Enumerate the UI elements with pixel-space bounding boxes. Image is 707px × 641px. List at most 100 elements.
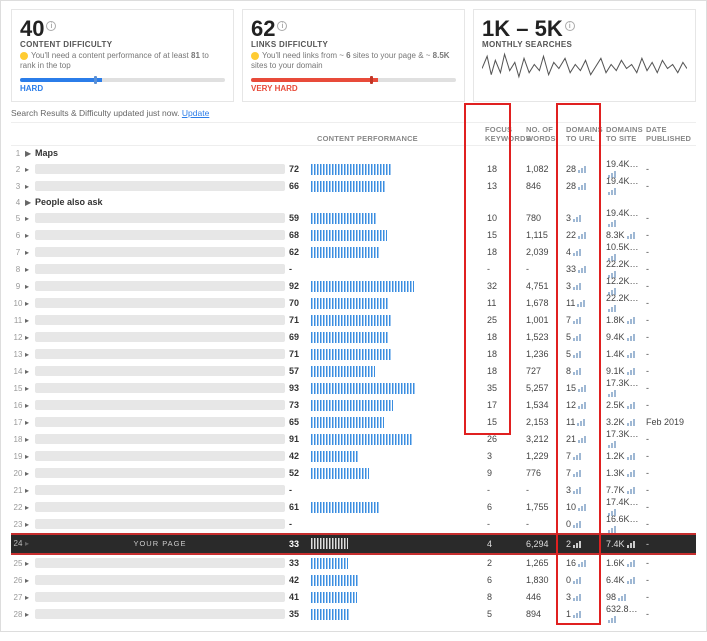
result-title-placeholder[interactable] xyxy=(35,558,285,568)
result-title-placeholder[interactable] xyxy=(35,181,285,191)
chevron-right-icon[interactable]: ▸ xyxy=(25,503,35,512)
bar-chart-icon[interactable] xyxy=(627,351,635,358)
result-title-placeholder[interactable] xyxy=(35,575,285,585)
col-content-performance[interactable]: CONTENT PERFORMANCE xyxy=(311,134,421,143)
chevron-right-icon[interactable]: ▸ xyxy=(25,559,35,568)
table-row[interactable]: 10▸70111,6781122.2K…- xyxy=(11,295,696,312)
bar-chart-icon[interactable] xyxy=(627,541,635,548)
table-row[interactable]: 18▸91263,2122117.3K…- xyxy=(11,431,696,448)
chevron-right-icon[interactable]: ▸ xyxy=(25,214,35,223)
chevron-right-icon[interactable]: ▶ xyxy=(25,149,35,158)
bar-chart-icon[interactable] xyxy=(627,334,635,341)
chevron-right-icon[interactable]: ▸ xyxy=(25,384,35,393)
table-row[interactable]: 5▸5910780319.4K…- xyxy=(11,210,696,227)
bar-chart-icon[interactable] xyxy=(573,594,581,601)
bar-chart-icon[interactable] xyxy=(627,232,635,239)
bar-chart-icon[interactable] xyxy=(573,453,581,460)
your-page-row[interactable]: 24▸YOUR PAGE3346,29427.4K- xyxy=(11,533,696,555)
table-row[interactable]: 27▸418446398- xyxy=(11,589,696,606)
table-row[interactable]: 13▸71181,23651.4K- xyxy=(11,346,696,363)
bar-chart-icon[interactable] xyxy=(573,521,581,528)
result-title-placeholder[interactable] xyxy=(35,298,285,308)
table-row[interactable]: 3▸66138462819.4K…- xyxy=(11,178,696,195)
bar-chart-icon[interactable] xyxy=(578,232,586,239)
result-title-placeholder[interactable] xyxy=(35,400,285,410)
bar-chart-icon[interactable] xyxy=(573,249,581,256)
bar-chart-icon[interactable] xyxy=(577,419,585,426)
result-title-placeholder[interactable] xyxy=(35,485,285,495)
bar-chart-icon[interactable] xyxy=(573,470,581,477)
chevron-right-icon[interactable]: ▸ xyxy=(25,367,35,376)
info-icon[interactable]: i xyxy=(46,21,56,31)
result-title-placeholder[interactable] xyxy=(35,609,285,619)
result-title-placeholder[interactable] xyxy=(35,247,285,257)
table-row[interactable]: 9▸92324,751312.2K…- xyxy=(11,278,696,295)
table-row[interactable]: 17▸65152,153113.2KFeb 2019 xyxy=(11,414,696,431)
col-date-published[interactable]: DATE PUBLISHED xyxy=(646,125,696,143)
col-focus-keywords[interactable]: FOCUS KEYWORDS xyxy=(483,125,526,143)
bar-chart-icon[interactable] xyxy=(578,436,586,443)
result-title-placeholder[interactable] xyxy=(35,383,285,393)
chevron-right-icon[interactable]: ▸ xyxy=(25,520,35,529)
bar-chart-icon[interactable] xyxy=(573,283,581,290)
result-title-placeholder[interactable] xyxy=(35,349,285,359)
bar-chart-icon[interactable] xyxy=(573,317,581,324)
table-row[interactable]: 6▸68151,115228.3K- xyxy=(11,227,696,244)
table-row[interactable]: 22▸6161,7551017.4K…- xyxy=(11,499,696,516)
bar-chart-icon[interactable] xyxy=(578,266,586,273)
chevron-right-icon[interactable]: ▸ xyxy=(25,231,35,240)
chevron-right-icon[interactable]: ▸ xyxy=(25,486,35,495)
bar-chart-icon[interactable] xyxy=(573,368,581,375)
chevron-right-icon[interactable]: ▸ xyxy=(25,182,35,191)
bar-chart-icon[interactable] xyxy=(608,305,616,312)
chevron-right-icon[interactable]: ▸ xyxy=(25,265,35,274)
result-title-placeholder[interactable] xyxy=(35,592,285,602)
chevron-right-icon[interactable]: ▸ xyxy=(25,248,35,257)
bar-chart-icon[interactable] xyxy=(627,402,635,409)
bar-chart-icon[interactable] xyxy=(608,441,616,448)
bar-chart-icon[interactable] xyxy=(627,470,635,477)
table-row[interactable]: 15▸93355,2571517.3K…- xyxy=(11,380,696,397)
bar-chart-icon[interactable] xyxy=(578,402,586,409)
table-row[interactable]: 26▸4261,83006.4K- xyxy=(11,572,696,589)
result-title-placeholder[interactable] xyxy=(35,451,285,461)
bar-chart-icon[interactable] xyxy=(577,300,585,307)
update-link[interactable]: Update xyxy=(182,108,209,118)
col-domains-to-site[interactable]: DOMAINS TO SITE xyxy=(606,125,646,143)
chevron-right-icon[interactable]: ▸ xyxy=(25,401,35,410)
table-row[interactable]: 12▸69181,52359.4K- xyxy=(11,329,696,346)
result-title-placeholder[interactable] xyxy=(35,502,285,512)
bar-chart-icon[interactable] xyxy=(573,541,581,548)
result-title-placeholder[interactable] xyxy=(35,434,285,444)
bar-chart-icon[interactable] xyxy=(573,577,581,584)
chevron-right-icon[interactable]: ▶ xyxy=(25,198,35,207)
bar-chart-icon[interactable] xyxy=(578,385,586,392)
info-icon[interactable]: i xyxy=(277,21,287,31)
bar-chart-icon[interactable] xyxy=(627,317,635,324)
table-row[interactable]: 25▸3321,265161.6K- xyxy=(11,555,696,572)
table-row[interactable]: 28▸3558941632.8…- xyxy=(11,606,696,623)
result-title-placeholder[interactable] xyxy=(35,164,285,174)
col-no-of-words[interactable]: NO. OF WORDS xyxy=(526,125,564,143)
bar-chart-icon[interactable] xyxy=(578,560,586,567)
bar-chart-icon[interactable] xyxy=(608,616,616,623)
chevron-right-icon[interactable]: ▸ xyxy=(25,452,35,461)
bar-chart-icon[interactable] xyxy=(573,334,581,341)
bar-chart-icon[interactable] xyxy=(608,188,616,195)
chevron-right-icon[interactable]: ▸ xyxy=(25,316,35,325)
bar-chart-icon[interactable] xyxy=(608,526,616,533)
result-title-placeholder[interactable] xyxy=(35,264,285,274)
result-title-placeholder[interactable] xyxy=(35,281,285,291)
chevron-right-icon[interactable]: ▸ xyxy=(25,435,35,444)
chevron-right-icon[interactable]: ▸ xyxy=(25,576,35,585)
chevron-right-icon[interactable]: ▸ xyxy=(25,350,35,359)
bar-chart-icon[interactable] xyxy=(578,183,586,190)
table-row[interactable]: 20▸52977671.3K- xyxy=(11,465,696,482)
bar-chart-icon[interactable] xyxy=(627,453,635,460)
info-icon[interactable]: i xyxy=(565,21,575,31)
chevron-right-icon[interactable]: ▸ xyxy=(25,469,35,478)
bar-chart-icon[interactable] xyxy=(573,487,581,494)
table-row[interactable]: 2▸72181,0822819.4K…- xyxy=(11,161,696,178)
chevron-right-icon[interactable]: ▸ xyxy=(25,593,35,602)
bar-chart-icon[interactable] xyxy=(608,390,616,397)
